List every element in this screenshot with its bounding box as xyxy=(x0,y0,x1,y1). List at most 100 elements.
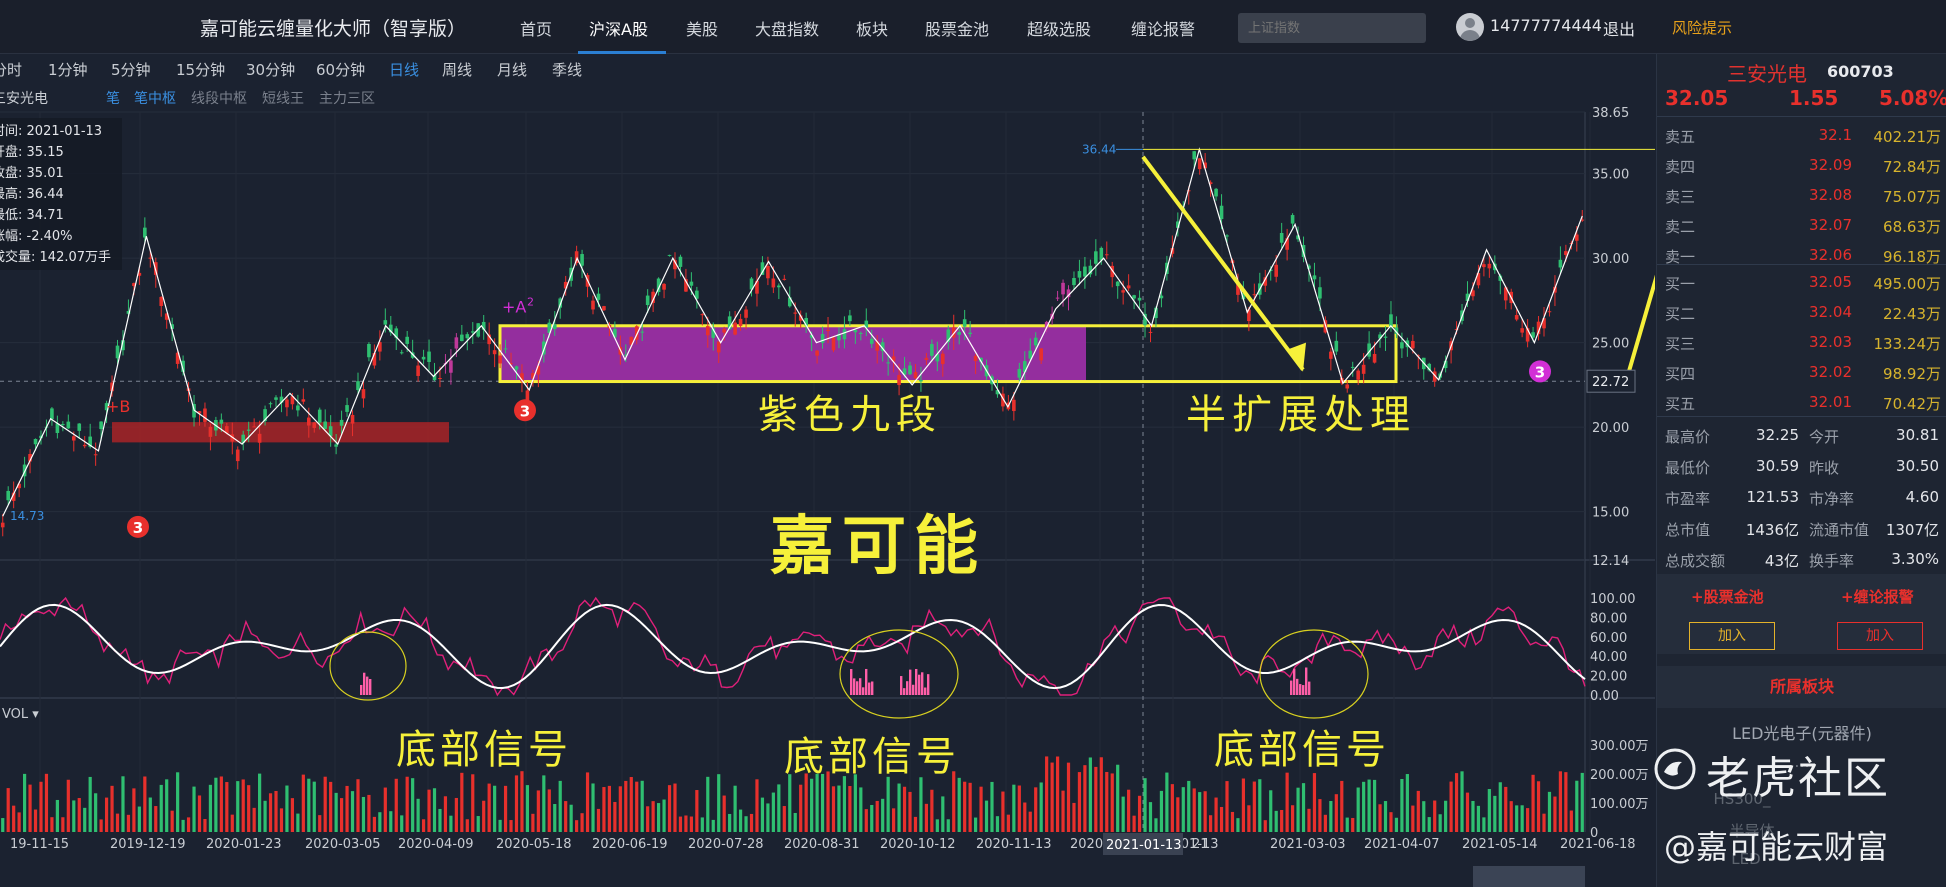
nav-sectors[interactable]: 板块 xyxy=(856,16,888,40)
candle-body xyxy=(826,330,830,332)
volume-bar xyxy=(208,784,213,832)
volume-bar xyxy=(318,815,322,832)
bid-volume: 22.43万 xyxy=(1883,305,1941,323)
volume-bar xyxy=(820,773,825,832)
candle-body xyxy=(897,375,901,386)
volume-bar xyxy=(1427,817,1431,832)
risk-notice-link[interactable]: 风险提示 xyxy=(1672,17,1732,38)
period-tab[interactable]: 分时 xyxy=(0,59,22,80)
tiger-logo-icon xyxy=(1654,748,1696,790)
period-tab[interactable]: 60分钟 xyxy=(316,59,365,80)
volume-bar xyxy=(1121,796,1125,832)
candle-body xyxy=(596,293,601,300)
period-tab-active[interactable]: 日线 xyxy=(389,59,419,80)
period-tab[interactable]: 1分钟 xyxy=(48,59,88,80)
volume-bar xyxy=(1203,791,1207,832)
period-tab[interactable]: 月线 xyxy=(497,59,527,80)
candle-body xyxy=(962,319,967,327)
indicator-btn-bi-center[interactable]: 笔中枢 xyxy=(134,88,176,108)
volume-bar xyxy=(1564,772,1568,832)
volume-bar xyxy=(842,776,847,832)
candle-body xyxy=(733,322,737,335)
period-tab[interactable]: 5分钟 xyxy=(111,59,151,80)
candle-body xyxy=(1383,336,1388,338)
indicator-btn-bi[interactable]: 笔 xyxy=(106,88,120,108)
signal-bar xyxy=(856,681,859,695)
volume-bar xyxy=(908,791,912,832)
search-input[interactable] xyxy=(1238,13,1426,43)
x-tick-label: 19-11-15 xyxy=(10,837,69,852)
volume-bar xyxy=(181,819,185,832)
candle-body xyxy=(285,399,289,408)
avatar-icon[interactable] xyxy=(1456,13,1484,41)
user-phone: 14777774444 xyxy=(1490,16,1602,35)
candle-body xyxy=(0,522,5,528)
annotations: 紫色九段 半扩展处理嘉可能底部信号 底部信号 底部信号 xyxy=(396,392,1410,780)
volume-bar xyxy=(214,777,218,832)
nav-stock-pool[interactable]: 股票金池 xyxy=(925,16,989,40)
candle-body xyxy=(307,417,311,426)
period-tab[interactable]: 周线 xyxy=(442,59,472,80)
nav-us-stocks[interactable]: 美股 xyxy=(686,16,718,40)
period-tab[interactable]: 15分钟 xyxy=(176,59,225,80)
candle-body xyxy=(367,343,371,358)
volume-bar xyxy=(684,815,688,832)
signal-three-label: 3 xyxy=(1535,363,1545,381)
volume-bar xyxy=(848,786,852,832)
volume-bar xyxy=(1290,805,1295,832)
bottom-signal-ellipse xyxy=(1259,629,1369,719)
volume-bar xyxy=(159,784,163,832)
signal-bar xyxy=(918,674,921,695)
candle-body xyxy=(203,408,207,422)
volume-bar xyxy=(1569,810,1573,832)
sector-item[interactable]: LED光电子(元器件) xyxy=(1657,720,1946,744)
add-alert-label[interactable]: +缠论报警 xyxy=(1841,586,1914,607)
volume-bar xyxy=(525,785,530,832)
add-to-pool-button[interactable]: 加入 xyxy=(1689,622,1775,650)
volume-bar xyxy=(361,796,366,832)
add-to-pool-label[interactable]: +股票金池 xyxy=(1691,586,1764,607)
nav-chan-alerts[interactable]: 缠论报警 xyxy=(1131,16,1195,40)
candle-body xyxy=(1197,158,1202,170)
volume-bar xyxy=(1,818,5,832)
candle-body xyxy=(143,227,147,238)
volume-bar xyxy=(1454,773,1459,832)
signal-three-label: 3 xyxy=(133,519,143,537)
logout-link[interactable]: 退出 xyxy=(1603,16,1635,40)
signal-bar xyxy=(1308,681,1311,695)
candle-body xyxy=(503,348,508,350)
candle-body xyxy=(449,360,453,373)
volume-bar xyxy=(1471,800,1475,832)
candle-body xyxy=(793,312,798,314)
volume-bar xyxy=(356,779,360,832)
volume-bar xyxy=(1012,784,1016,832)
bid-label: 买二 xyxy=(1665,305,1696,323)
period-tab[interactable]: 30分钟 xyxy=(246,59,295,80)
osc-fast-line xyxy=(0,596,1586,697)
volume-bar xyxy=(1209,815,1213,832)
nav-super-screener[interactable]: 超级选股 xyxy=(1027,16,1091,40)
indicator-btn-short-king[interactable]: 短线王 xyxy=(262,88,304,108)
candle-body xyxy=(33,438,38,445)
bid-label: 买一 xyxy=(1665,275,1696,293)
vol-tick-label: 0 xyxy=(1590,826,1598,841)
add-alert-button[interactable]: 加入 xyxy=(1837,622,1923,650)
indicator-btn-main-zones[interactable]: 主力三区 xyxy=(319,88,375,108)
nav-home[interactable]: 首页 xyxy=(520,16,552,40)
volume-bar xyxy=(1465,792,1470,832)
ask-label: 卖三 xyxy=(1665,188,1696,206)
candle-body xyxy=(1132,295,1136,299)
period-tab[interactable]: 季线 xyxy=(552,59,582,80)
volume-bar xyxy=(1340,780,1344,832)
candle-body xyxy=(82,444,87,447)
nav-a-shares[interactable]: 沪深A股 xyxy=(589,16,648,40)
candle-body xyxy=(1077,271,1082,278)
volume-bar xyxy=(170,810,174,832)
candle-body xyxy=(869,338,874,344)
volume-bar xyxy=(1154,818,1158,832)
price-chart[interactable]: 36.4414.73+B+A 2333 VOL ▾ 38.6535.0030.00… xyxy=(0,56,1655,887)
volume-bar xyxy=(1389,812,1393,832)
volume-bar xyxy=(421,819,426,832)
nav-index[interactable]: 大盘指数 xyxy=(755,16,819,40)
indicator-btn-segment-center[interactable]: 线段中枢 xyxy=(191,88,247,108)
